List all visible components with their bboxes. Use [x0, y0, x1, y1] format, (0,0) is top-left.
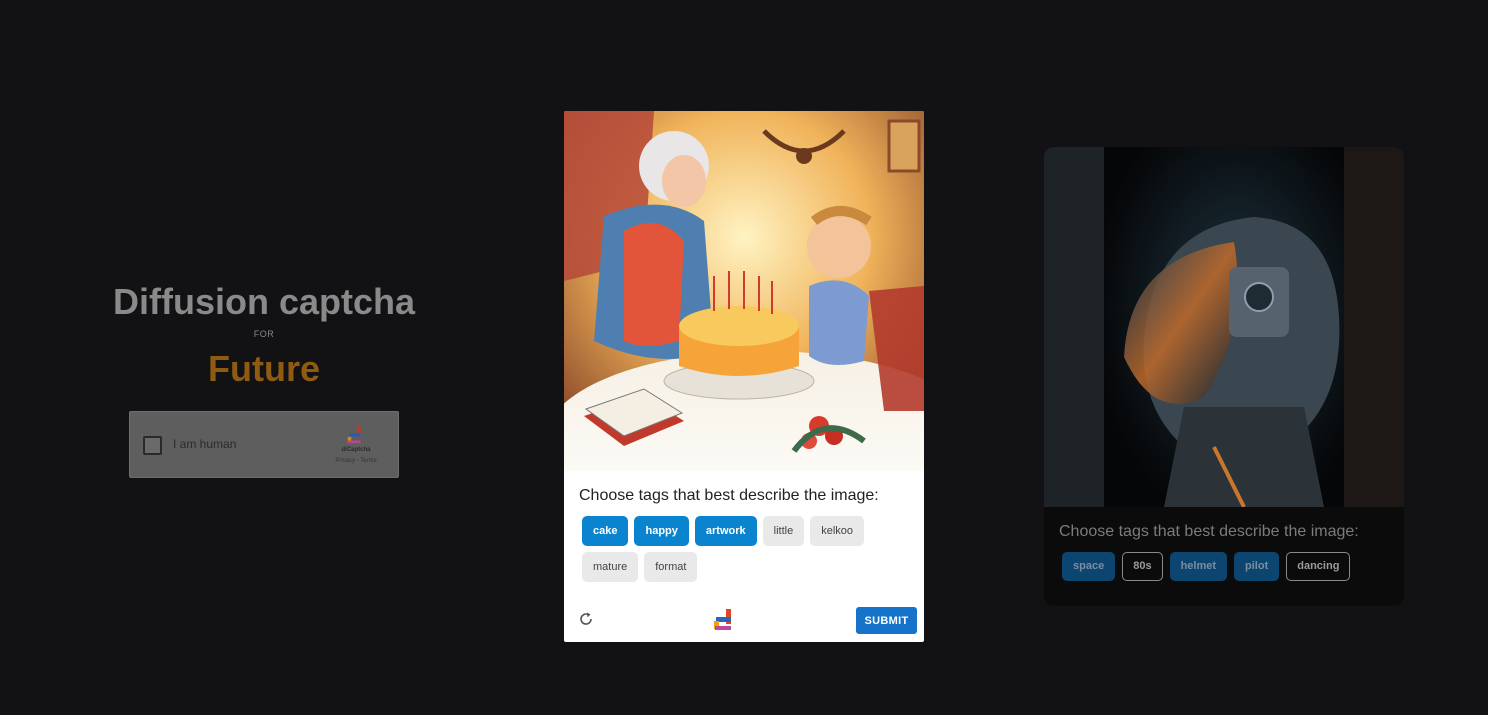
side-captcha-image [1044, 147, 1404, 507]
captcha-card: Choose tags that best describe the image… [564, 111, 924, 642]
side-tag-80s[interactable]: 80s [1122, 552, 1163, 581]
tag-list: cake happy artwork little kelkoo mature format [579, 513, 909, 585]
tag-little[interactable]: little [762, 516, 805, 546]
side-tag-dancing[interactable]: dancing [1286, 552, 1351, 581]
tag-kelkoo[interactable]: kelkoo [810, 516, 864, 546]
submit-button[interactable]: SUBMIT [856, 607, 917, 634]
tag-cake[interactable]: cake [582, 516, 629, 546]
widget-links[interactable]: Privacy - Terms [326, 458, 386, 464]
dicaptcha-logo-icon [347, 425, 361, 444]
tag-happy[interactable]: happy [634, 516, 689, 546]
captcha-widget: I am human diCaptcha Privacy - Terms [129, 411, 399, 478]
dicaptcha-logo-icon [714, 609, 731, 630]
captcha-image[interactable] [564, 111, 924, 471]
tag-artwork[interactable]: artwork [694, 516, 757, 546]
side-captcha-prompt: Choose tags that best describe the image… [1059, 523, 1359, 540]
tag-format[interactable]: format [644, 552, 698, 582]
side-tag-space[interactable]: space [1062, 552, 1116, 581]
refresh-icon[interactable] [578, 611, 594, 627]
tag-mature[interactable]: mature [582, 552, 639, 582]
captcha-prompt: Choose tags that best describe the image… [579, 487, 879, 504]
hero-title: Diffusion captcha [112, 281, 416, 322]
human-checkbox[interactable] [143, 436, 162, 455]
side-tag-list: space 80s helmet pilot dancing [1059, 549, 1389, 584]
human-checkbox-label: I am human [173, 437, 237, 451]
side-tag-pilot[interactable]: pilot [1234, 552, 1280, 581]
hero-future: Future [208, 348, 320, 389]
side-tag-helmet[interactable]: helmet [1169, 552, 1228, 581]
widget-brand: diCaptcha [341, 447, 371, 453]
side-captcha-card: Choose tags that best describe the image… [1044, 147, 1404, 606]
hero-for: FOR [253, 329, 275, 339]
